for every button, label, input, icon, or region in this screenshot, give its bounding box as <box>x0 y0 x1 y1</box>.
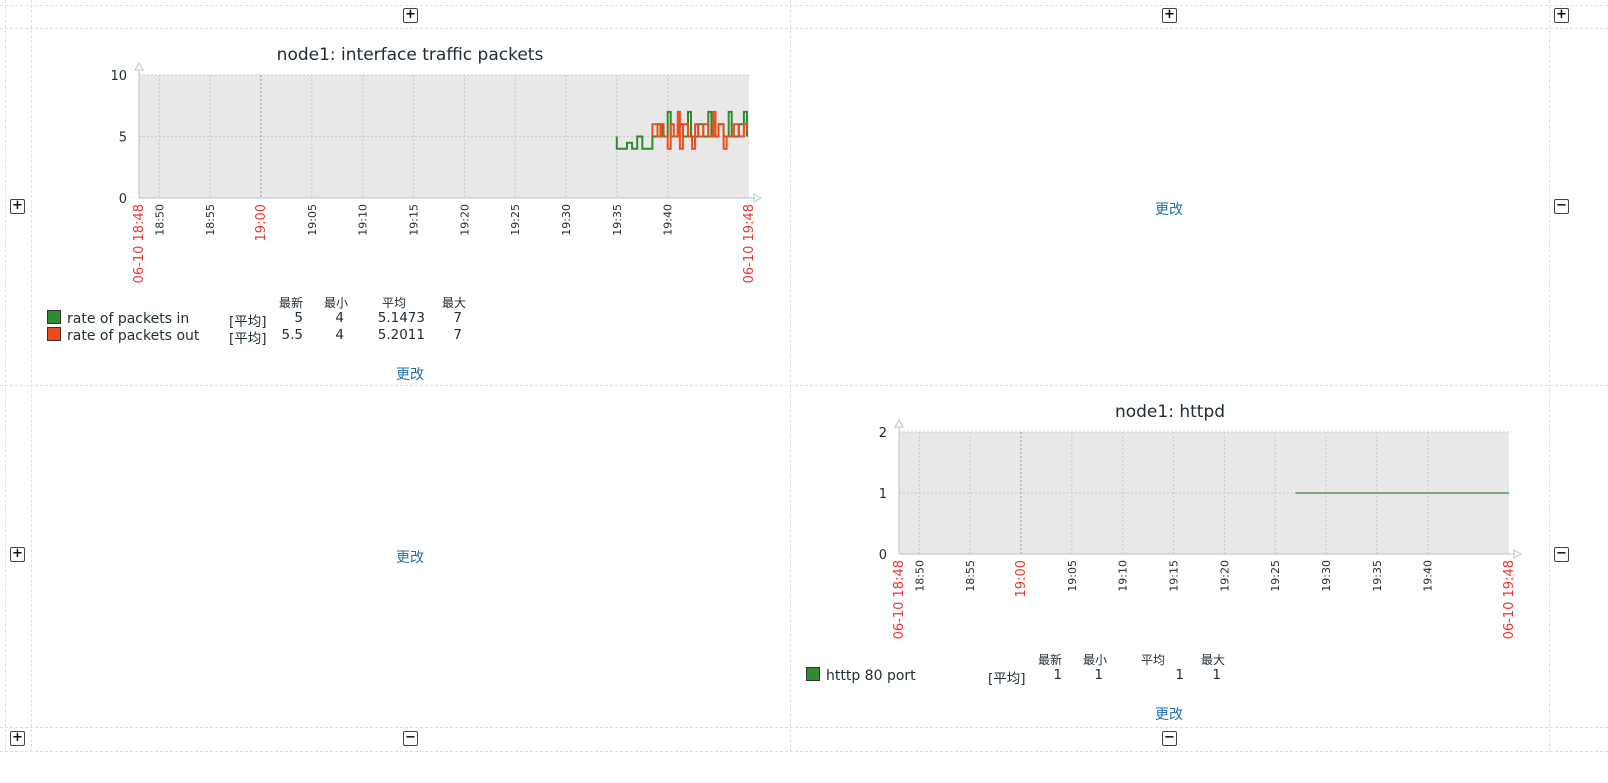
x-tick-label: 19:15 <box>1168 560 1181 592</box>
add-column-button[interactable]: + <box>1554 8 1569 23</box>
legend-header: 最大 <box>441 296 466 310</box>
traffic-packets-graph: node1: interface traffic packets 0 5 10 18:… <box>110 45 763 283</box>
x-tick-label: 19:35 <box>611 204 624 236</box>
x-tick-label: 19:40 <box>1422 560 1435 592</box>
remove-row-button[interactable]: − <box>1554 199 1569 214</box>
graph-legend: 最新 最小 平均 最大 htttp 80 port [平均] 1 1 1 1 <box>806 651 1236 691</box>
x-tick-label: 19:15 <box>408 204 421 236</box>
legend-header: 最新 <box>278 296 303 310</box>
legend-header: 最小 <box>323 296 348 310</box>
x-axis-arrow <box>753 193 763 203</box>
graph-title: node1: interface traffic packets <box>277 45 544 65</box>
x-tick-label: 19:25 <box>509 204 522 236</box>
x-axis-arrow <box>1513 549 1523 559</box>
legend-item: htttp 80 port <box>806 667 916 684</box>
x-tick-label: 19:00 <box>1014 560 1029 597</box>
x-tick-label: 19:25 <box>1269 560 1282 592</box>
x-tick-label: 19:35 <box>1371 560 1384 592</box>
legend-header: 最小 <box>1082 653 1107 667</box>
change-link[interactable]: 更改 <box>396 547 424 567</box>
legend-header: 平均 <box>381 296 406 310</box>
legend-item-name: htttp 80 port <box>826 668 916 684</box>
x-tick-label: 19:10 <box>357 204 370 236</box>
x-tick-label: 19:40 <box>662 204 675 236</box>
add-row-button[interactable]: + <box>10 731 25 746</box>
legend-item: rate of packets in <box>47 310 189 327</box>
legend-header: 最大 <box>1200 653 1225 667</box>
legend-color-swatch <box>47 327 61 341</box>
x-tick-label: 19:05 <box>306 204 319 236</box>
grid-divider <box>0 751 1608 752</box>
change-link[interactable]: 更改 <box>1155 199 1183 219</box>
x-tick-label: 18:55 <box>204 204 217 236</box>
x-tick-label: 19:20 <box>1218 560 1231 592</box>
y-axis-arrow <box>894 418 904 428</box>
grid-divider <box>0 5 1608 6</box>
x-range-label: 06-10 19:48 <box>742 204 757 283</box>
x-range-label: 06-10 19:48 <box>1502 560 1517 639</box>
remove-column-button[interactable]: − <box>1162 731 1177 746</box>
legend-header: 最新 <box>1037 653 1062 667</box>
x-tick-label: 19:00 <box>254 204 269 241</box>
y-tick-label: 0 <box>119 192 127 207</box>
x-tick-label: 19:30 <box>1320 560 1333 592</box>
add-column-button[interactable]: + <box>403 8 418 23</box>
x-range-label: 06-10 18:48 <box>892 560 907 639</box>
legend-item: rate of packets out <box>47 327 199 344</box>
legend-value: 1 <box>1212 667 1221 683</box>
y-axis-arrow <box>134 61 144 71</box>
legend-item-name: rate of packets in <box>67 311 190 327</box>
y-tick-label: 5 <box>119 131 127 146</box>
legend-color-swatch <box>806 667 820 681</box>
add-column-button[interactable]: + <box>1162 8 1177 23</box>
y-tick-label: 10 <box>110 69 127 84</box>
x-range-label: 06-10 18:48 <box>132 204 147 283</box>
legend-header: 平均 <box>1140 653 1165 667</box>
legend-value: 4 <box>335 310 344 326</box>
x-tick-label: 18:55 <box>964 560 977 592</box>
legend-value: 7 <box>453 327 462 343</box>
graph-title: node1: httpd <box>1115 402 1225 422</box>
add-row-button[interactable]: + <box>10 199 25 214</box>
y-tick-label: 1 <box>879 487 887 502</box>
legend-color-swatch <box>47 310 61 324</box>
graph-legend: 最新 最小 平均 最大 rate of packets in [平均] 5 4 5.1473 7 r… <box>47 294 477 354</box>
remove-column-button[interactable]: − <box>403 731 418 746</box>
legend-value: 7 <box>453 310 462 326</box>
x-tick-label: 18:50 <box>913 560 926 592</box>
legend-value: 1 <box>1094 667 1103 683</box>
y-tick-label: 2 <box>879 426 887 441</box>
legend-value: 4 <box>335 327 344 343</box>
x-tick-label: 18:50 <box>153 204 166 236</box>
legend-item-name: rate of packets out <box>67 328 200 344</box>
x-tick-label: 19:10 <box>1117 560 1130 592</box>
remove-row-button[interactable]: − <box>1554 547 1569 562</box>
x-tick-label: 19:30 <box>560 204 573 236</box>
x-tick-label: 19:05 <box>1066 560 1079 592</box>
x-tick-label: 19:20 <box>458 204 471 236</box>
grid-divider <box>5 0 6 752</box>
add-row-button[interactable]: + <box>10 547 25 562</box>
y-tick-label: 0 <box>879 548 887 563</box>
